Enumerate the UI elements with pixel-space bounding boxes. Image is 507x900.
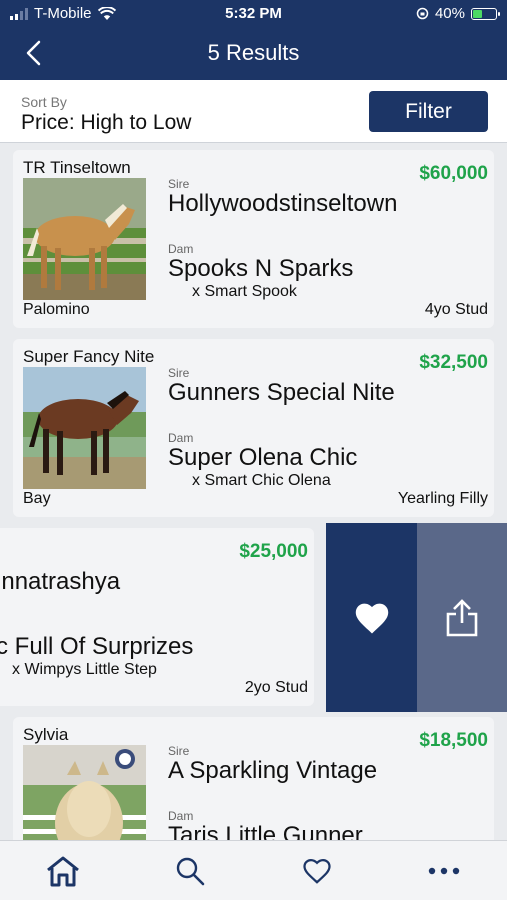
sort-label: Sort By: [21, 94, 67, 110]
price: $18,500: [419, 730, 488, 751]
horse-photo: [23, 367, 146, 489]
heart-icon: [355, 603, 388, 633]
sire-name: A Sparkling Vintage: [168, 757, 378, 784]
share-icon: [446, 598, 478, 636]
sire-name: unnatrashya: [0, 568, 121, 595]
dam-name: Spooks N Sparks: [168, 255, 354, 282]
sort-bar: Sort By Price: High to Low Filter: [0, 80, 507, 143]
horse-color: Bay: [23, 490, 51, 507]
horse-name: Sylvia: [23, 725, 69, 744]
sire-label: Sire: [168, 177, 190, 191]
battery-percent: 40%: [434, 5, 465, 22]
sire-label: Sire: [168, 366, 190, 380]
dam-name: rc Full Of Surprizes: [0, 633, 194, 660]
sire-name: Gunners Special Nite: [168, 379, 395, 406]
sire-label: Sire: [168, 744, 190, 758]
age-sex: Yearling Filly: [397, 490, 488, 507]
dam-sire: x Smart Spook: [192, 283, 297, 300]
battery-icon: [471, 7, 500, 20]
search-icon: [176, 857, 205, 885]
tab-favorites[interactable]: [287, 846, 347, 896]
status-bar: T-Mobile 5:32 PM 40%: [0, 0, 507, 28]
filter-button[interactable]: Filter: [369, 91, 488, 132]
swipe-actions: [326, 523, 507, 712]
dam-name: Taris Little Gunner: [168, 822, 363, 840]
more-icon: [428, 867, 459, 874]
dam-label: Dam: [168, 809, 194, 823]
horse-color: Palomino: [23, 301, 90, 318]
listing-card[interactable]: Super Fancy Nite Bay Sire Gunners Specia…: [13, 339, 494, 517]
age-sex: 4yo Stud: [424, 301, 488, 318]
dam-name: Super Olena Chic: [168, 444, 358, 471]
dam-sire: x Wimpys Little Step: [12, 661, 157, 678]
tab-bar: [0, 840, 507, 900]
sort-dropdown[interactable]: Price: High to Low: [21, 111, 191, 135]
heart-outline-icon: [303, 858, 331, 884]
price: $32,500: [419, 352, 488, 373]
horse-photo: [23, 745, 146, 840]
page-title: 5 Results: [207, 40, 300, 65]
sire-name: Hollywoodstinseltown: [168, 190, 398, 217]
results-list: TR Tinseltown Palomino Sire Hollywoodsti…: [0, 143, 507, 840]
share-action-button[interactable]: [417, 523, 507, 712]
dam-label: Dam: [168, 242, 194, 256]
tab-search[interactable]: [160, 846, 220, 896]
price: $25,000: [239, 541, 308, 562]
horse-photo: [23, 178, 146, 300]
price: $60,000: [419, 163, 488, 184]
listing-card-swiped[interactable]: e unnatrashya m rc Full Of Surprizes x W…: [0, 528, 314, 706]
horse-name: TR Tinseltown: [23, 158, 131, 177]
home-icon: [47, 856, 80, 886]
horse-name: Super Fancy Nite: [23, 347, 155, 366]
age-sex: 2yo Stud: [244, 679, 308, 696]
favorite-action-button[interactable]: [326, 523, 417, 712]
listing-card[interactable]: TR Tinseltown Palomino Sire Hollywoodsti…: [13, 150, 494, 328]
tab-more[interactable]: [414, 846, 474, 896]
navigation-bar: 5 Results: [0, 28, 507, 80]
listing-card[interactable]: Sylvia Sire A Sparkling Vintage Dam Tari…: [13, 717, 494, 840]
dam-sire: x Smart Chic Olena: [192, 472, 331, 489]
orientation-lock-icon: [416, 7, 429, 20]
tab-home[interactable]: [33, 846, 93, 896]
dam-label: Dam: [168, 431, 194, 445]
